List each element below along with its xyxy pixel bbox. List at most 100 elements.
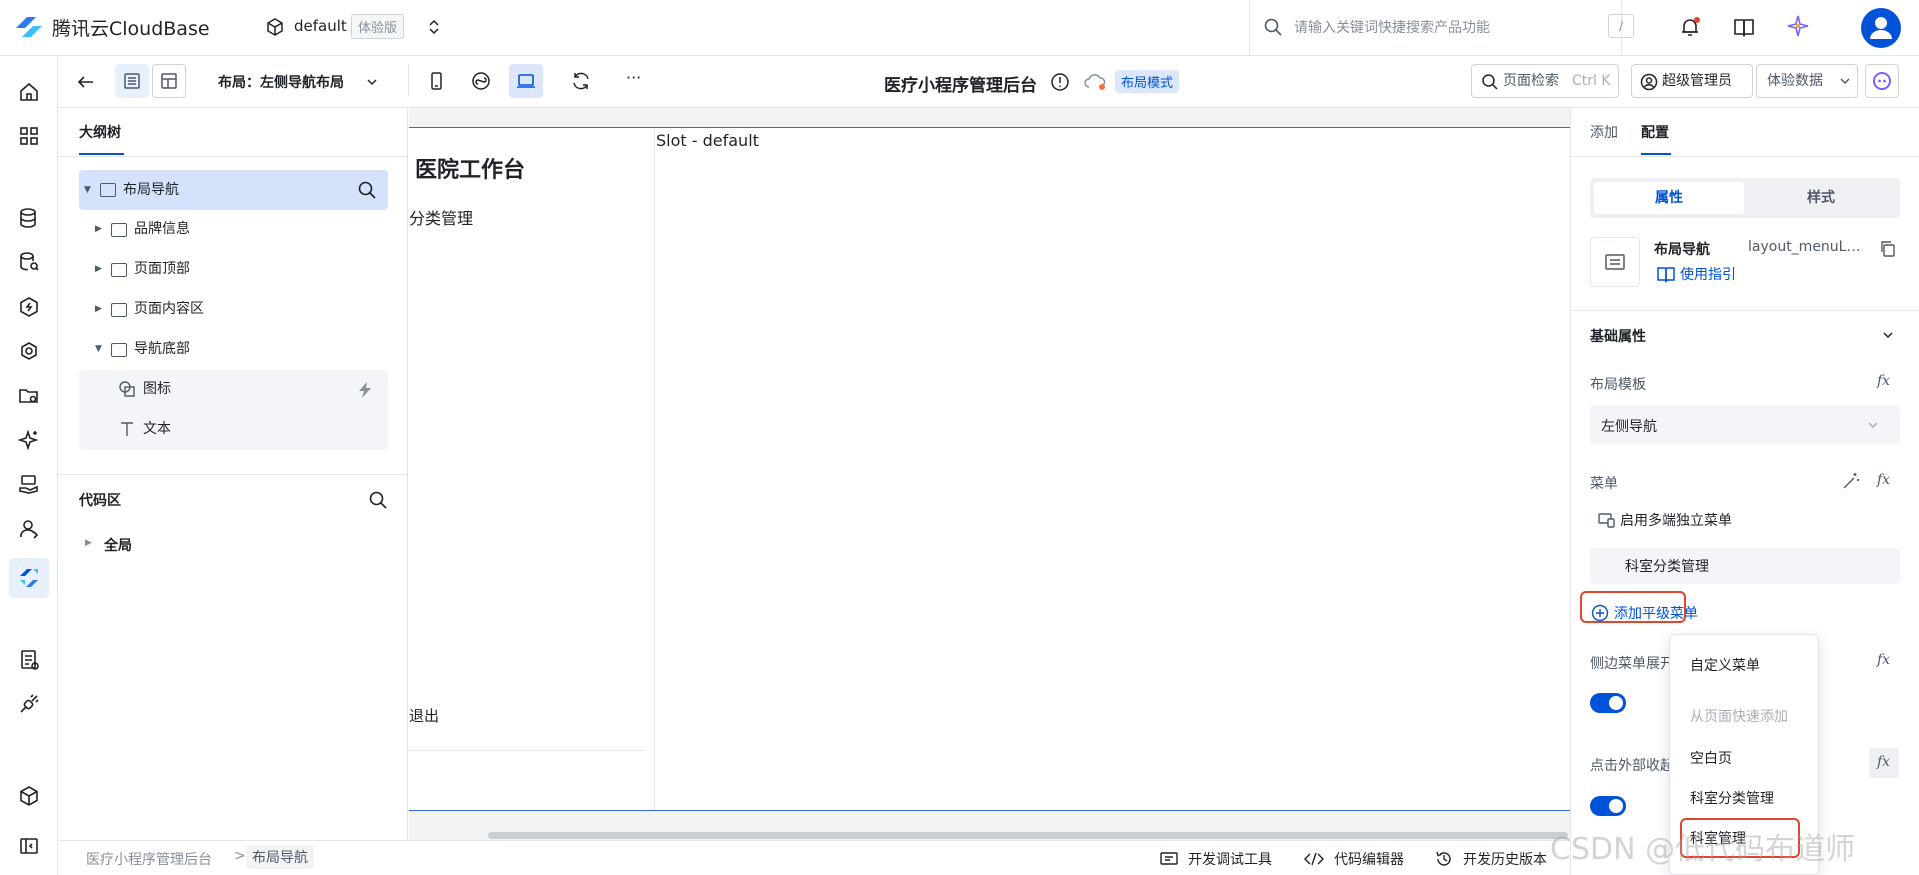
canvas-logout-item[interactable]: 退出 [409, 705, 439, 726]
caret-right-icon[interactable]: ▶ [95, 210, 102, 248]
lowcode-studio-icon[interactable] [17, 566, 41, 590]
bot-icon [1872, 71, 1892, 91]
product-name[interactable]: 腾讯云CloudBase [52, 14, 210, 41]
more-button[interactable]: ··· [626, 68, 641, 87]
segment-style[interactable]: 样式 [1746, 182, 1896, 214]
debug-tools-button[interactable]: 开发调试工具 [1188, 849, 1272, 869]
layout-selector[interactable]: 布局：左侧导航布局 [218, 72, 344, 92]
search-input[interactable]: 请输入关键词快捷搜索产品功能 [1294, 17, 1490, 37]
divider [1570, 156, 1919, 157]
home-icon[interactable] [17, 80, 41, 104]
hand-service-icon[interactable] [17, 472, 41, 496]
caret-down-icon[interactable]: ▼ [84, 170, 91, 210]
plugin-connector-icon[interactable] [17, 692, 41, 716]
layout-view-button[interactable] [152, 64, 186, 98]
canvas-brand-title[interactable]: 医院工作台 [415, 152, 525, 184]
canvas-nav-item[interactable]: 分类管理 [409, 205, 473, 229]
fx-binding-button[interactable]: fx [1877, 472, 1890, 488]
fx-binding-button[interactable]: fx [1877, 373, 1890, 389]
desktop-preview-button[interactable] [509, 64, 543, 98]
layout-component-icon [111, 343, 127, 357]
tab-underline [79, 153, 124, 155]
database-icon[interactable] [17, 206, 41, 230]
watermark: CSDN @低代码布道师 [1550, 832, 1856, 867]
slot-label: Slot - default [656, 131, 759, 150]
magic-wand-icon[interactable] [1842, 472, 1860, 490]
caret-right-icon[interactable]: ▶ [95, 250, 102, 288]
dropdown-item-dept-category[interactable]: 科室分类管理 [1690, 788, 1774, 808]
layout-component-icon [100, 183, 116, 197]
caret-right-icon[interactable]: ▶ [95, 290, 102, 328]
switch-env-chevron-icon[interactable] [427, 17, 441, 37]
apps-grid-icon[interactable] [17, 124, 41, 148]
code-global-node[interactable]: 全局 [104, 535, 132, 555]
click-outside-collapse-switch[interactable] [1590, 796, 1626, 816]
horizontal-scrollbar[interactable] [488, 832, 1568, 839]
user-permission-icon[interactable] [17, 517, 41, 541]
function-hex-icon[interactable] [17, 295, 41, 319]
tree-node-brand-info[interactable]: ▶ 品牌信息 [95, 210, 385, 248]
dropdown-item-blank-page[interactable]: 空白页 [1690, 748, 1732, 768]
env-name[interactable]: default [294, 17, 347, 35]
layout-component-icon [111, 223, 127, 237]
collapse-rail-icon[interactable] [17, 834, 41, 858]
storage-folder-icon[interactable] [17, 384, 41, 408]
chevron-down-icon [1839, 75, 1851, 87]
search-icon[interactable] [357, 180, 377, 200]
breadcrumb-app[interactable]: 医疗小程序管理后台 [86, 849, 212, 869]
code-editor-button[interactable]: 代码编辑器 [1334, 849, 1404, 869]
dropdown-item-custom-menu[interactable]: 自定义菜单 [1690, 655, 1760, 675]
copy-icon[interactable] [1879, 240, 1897, 258]
fx-binding-label: fx [1877, 754, 1891, 770]
tree-node-nav-footer[interactable]: ▼ 导航底部 [95, 330, 385, 368]
code-brackets-icon [1304, 851, 1324, 867]
tree-node-text[interactable]: 文本 [118, 410, 383, 448]
tree-node-icon[interactable]: 图标 [118, 370, 383, 408]
mobile-preview-button[interactable] [419, 64, 453, 98]
segment-attributes[interactable]: 属性 [1594, 182, 1744, 214]
outline-view-button[interactable] [115, 64, 149, 98]
breadcrumb-current[interactable]: 布局导航 [246, 845, 314, 869]
bell-icon[interactable] [1678, 15, 1702, 39]
chevron-down-icon[interactable] [365, 75, 379, 89]
chevron-down-icon[interactable] [1881, 328, 1895, 342]
basic-props-title[interactable]: 基础属性 [1590, 326, 1646, 346]
layout-template-value: 左侧导航 [1601, 419, 1657, 435]
extension-cube-icon[interactable] [17, 784, 41, 808]
role-switch-button[interactable]: 超级管理员 [1631, 64, 1753, 98]
refresh-button[interactable] [564, 64, 598, 98]
guide-book-icon [1656, 265, 1676, 283]
sparkle-ai-icon[interactable] [17, 428, 41, 452]
miniprogram-preview-button[interactable] [464, 64, 498, 98]
info-circle-icon[interactable] [1050, 72, 1070, 92]
history-versions-button[interactable]: 开发历史版本 [1463, 849, 1547, 869]
cloud-run-icon[interactable] [17, 339, 41, 363]
docs-book-icon[interactable] [1732, 15, 1756, 39]
usage-guide-link[interactable]: 使用指引 [1680, 264, 1736, 284]
canvas-frame[interactable] [409, 127, 1570, 811]
user-avatar[interactable] [1861, 8, 1901, 48]
tree-node-page-header[interactable]: ▶ 页面顶部 [95, 250, 385, 288]
multi-menu-toggle[interactable]: 启用多端独立菜单 [1620, 510, 1732, 530]
caret-right-icon[interactable]: ▶ [85, 538, 92, 548]
tab-config[interactable]: 配置 [1641, 122, 1669, 142]
search-icon[interactable] [368, 490, 388, 510]
tab-add[interactable]: 添加 [1590, 122, 1618, 142]
search-icon [1481, 73, 1499, 91]
log-report-icon[interactable] [17, 648, 41, 672]
database-search-icon[interactable] [17, 250, 41, 274]
tree-node-layout-nav[interactable]: ▼ 布局导航 [79, 170, 388, 210]
tree-node-label: 导航底部 [134, 341, 190, 357]
back-arrow-icon[interactable] [76, 72, 96, 92]
data-source-select[interactable]: 体验数据 [1756, 64, 1858, 98]
page-search-button[interactable]: 页面检索 Ctrl K [1471, 64, 1619, 98]
ai-assistant-icon[interactable] [1786, 14, 1810, 38]
fx-binding-button[interactable]: fx [1877, 652, 1890, 668]
ai-bot-button[interactable] [1865, 64, 1899, 98]
tab-outline-tree[interactable]: 大纲树 [79, 122, 121, 142]
search-icon [1263, 17, 1283, 37]
side-menu-expand-switch[interactable] [1590, 693, 1626, 713]
lightning-event-icon[interactable] [357, 381, 373, 399]
tree-node-page-content[interactable]: ▶ 页面内容区 [95, 290, 385, 328]
caret-down-icon[interactable]: ▼ [95, 330, 102, 368]
